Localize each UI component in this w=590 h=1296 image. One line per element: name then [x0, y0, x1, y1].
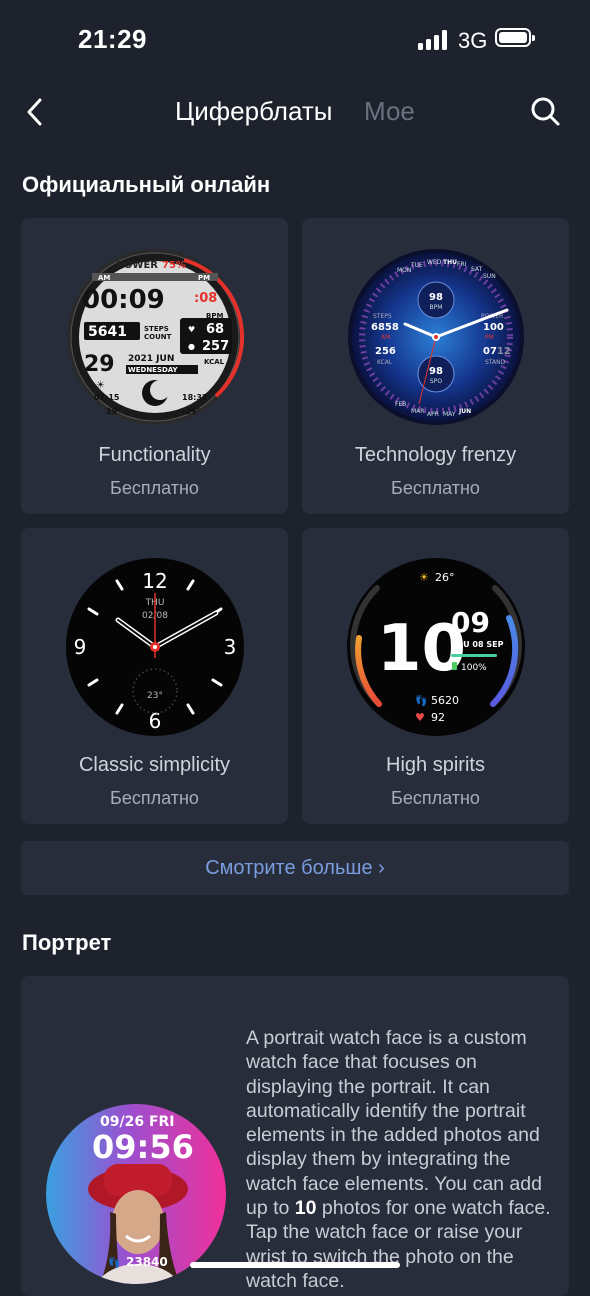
portrait-watch-face-preview: 09/26 FRI 09:56 👣 23840: [46, 1104, 226, 1284]
watch-face-price: Бесплатно: [110, 478, 199, 498]
watch-face-name: Functionality: [98, 444, 211, 466]
date-value: 2021 JUN: [128, 354, 174, 364]
am-label: AM: [98, 274, 110, 282]
watch-face-name: Classic simplicity: [78, 754, 231, 776]
status-time: 21:29: [78, 24, 147, 54]
svg-text:12: 12: [142, 569, 167, 593]
svg-text:STAND: STAND: [485, 359, 506, 366]
watch-face-preview: ☀ 26° 10 09 THU 08 SEP 100% 👣 5620 ♥ 92: [347, 558, 525, 736]
section-title-official: Официальный онлайн: [22, 172, 271, 197]
watch-face-price: Бесплатно: [391, 788, 480, 808]
svg-text:98: 98: [429, 292, 443, 303]
kcal-value: 257: [202, 339, 229, 354]
watch-face-card-classic-simplicity[interactable]: 12 3 6 9 THU 02/08 23° Classic simplicit…: [21, 528, 288, 824]
portrait-description: A portrait watch face is a custom watch …: [246, 1027, 551, 1292]
svg-text:♥: ♥: [415, 711, 425, 724]
svg-text:WED: WED: [427, 259, 442, 266]
steps-value: 5641: [88, 324, 127, 340]
power-value: 75%: [162, 260, 186, 271]
pm-label: PM: [198, 274, 210, 282]
battery-icon: [495, 28, 535, 47]
svg-text:AM: AM: [381, 334, 390, 341]
svg-text:👣: 👣: [415, 694, 427, 707]
svg-text:☀: ☀: [96, 380, 105, 391]
svg-text:5620: 5620: [431, 694, 459, 707]
svg-text:FRI: FRI: [457, 261, 467, 268]
bpm-value: 68: [206, 322, 224, 337]
network-type: 3G: [458, 28, 488, 53]
svg-text:26°: 26°: [435, 571, 455, 584]
watch-face-card-technology-frenzy[interactable]: MON TUE WED THU FRI SAT SUN FEB MAR APR …: [302, 218, 569, 514]
sunset-value: 18:32: [182, 393, 207, 402]
watch-face-card-high-spirits[interactable]: ☀ 26° 10 09 THU 08 SEP 100% 👣 5620 ♥ 92 …: [302, 528, 569, 824]
portrait-card[interactable]: A portrait watch face is a custom watch …: [21, 976, 569, 1296]
svg-text:PM: PM: [485, 334, 494, 341]
chevron-left-icon: [27, 98, 42, 126]
section-title-portrait: Портрет: [22, 930, 112, 955]
svg-text:92: 92: [431, 711, 445, 724]
svg-text:98: 98: [429, 366, 443, 377]
svg-text:SUN: SUN: [483, 273, 496, 280]
svg-text:09:56: 09:56: [92, 1128, 194, 1166]
svg-text:●: ●: [188, 342, 195, 351]
svg-text:JUN: JUN: [458, 408, 471, 415]
search-button[interactable]: [528, 94, 564, 130]
sunrise-value: 07:15: [94, 393, 120, 402]
svg-text:MAR: MAR: [411, 408, 424, 415]
svg-text:MAY: MAY: [443, 411, 456, 418]
temp-high: -29°: [182, 407, 200, 416]
back-button[interactable]: [22, 92, 50, 132]
seconds-display: :08: [194, 291, 217, 306]
svg-text:KCAL: KCAL: [377, 359, 393, 366]
svg-text:SPO: SPO: [430, 378, 442, 385]
svg-text:SAT: SAT: [471, 266, 483, 273]
time-display: 00:09: [82, 285, 165, 315]
svg-text:6858: 6858: [371, 322, 399, 333]
svg-text:FEB: FEB: [395, 401, 406, 408]
svg-text:100: 100: [483, 322, 504, 333]
svg-text:256: 256: [375, 346, 396, 357]
temp-low: 29°: [106, 407, 121, 416]
svg-text:BPM: BPM: [430, 304, 443, 311]
signal-icon: [418, 30, 448, 50]
power-label: POWER: [117, 260, 159, 271]
svg-text:👣: 👣: [108, 1256, 120, 1269]
svg-text:TUE: TUE: [410, 262, 423, 269]
watch-face-preview: POWER 75% AM PM 00:09 :08 BPM 5641 STEPS…: [66, 248, 245, 426]
search-icon: [531, 97, 560, 126]
home-indicator[interactable]: [190, 1262, 400, 1268]
svg-text:23°: 23°: [147, 691, 163, 701]
watch-face-preview: MON TUE WED THU FRI SAT SUN FEB MAR APR …: [347, 248, 525, 426]
svg-text:STEPS: STEPS: [373, 313, 392, 320]
watch-face-name: High spirits: [386, 754, 485, 776]
watch-face-price: Бесплатно: [391, 478, 480, 498]
svg-text:3: 3: [224, 635, 237, 659]
header: Циферблаты Мое: [0, 80, 590, 144]
see-more-button[interactable]: Смотрите больше ›: [21, 841, 569, 895]
svg-text:23840: 23840: [126, 1255, 168, 1269]
watch-face-preview: 12 3 6 9 THU 02/08 23°: [66, 558, 244, 736]
tab-mine[interactable]: Мое: [364, 96, 415, 127]
svg-text:6: 6: [149, 709, 162, 733]
kcal-label: KCAL: [204, 358, 225, 366]
day-value: 29: [84, 352, 115, 377]
svg-text:09: 09: [451, 606, 490, 639]
svg-text:0712: 0712: [483, 346, 511, 357]
svg-text:APR: APR: [427, 411, 439, 418]
watch-face-price: Бесплатно: [110, 788, 199, 808]
svg-text:9: 9: [74, 635, 87, 659]
svg-text:THU 08 SEP: THU 08 SEP: [451, 640, 504, 649]
svg-text:MON: MON: [397, 267, 411, 274]
steps-label: STEPS: [144, 325, 169, 333]
tab-watch-faces[interactable]: Циферблаты: [175, 96, 332, 127]
svg-text:100%: 100%: [461, 663, 487, 673]
watch-face-card-functionality[interactable]: POWER 75% AM PM 00:09 :08 BPM 5641 STEPS…: [21, 218, 288, 514]
svg-text:THU: THU: [443, 259, 457, 266]
svg-text:☀: ☀: [419, 571, 429, 584]
watch-face-name: Technology frenzy: [354, 444, 517, 466]
steps-label-2: COUNT: [144, 333, 172, 341]
svg-text:♥: ♥: [188, 325, 195, 334]
weekday-value: WEDNESDAY: [128, 366, 179, 374]
status-bar: 21:29 3G: [0, 0, 590, 80]
